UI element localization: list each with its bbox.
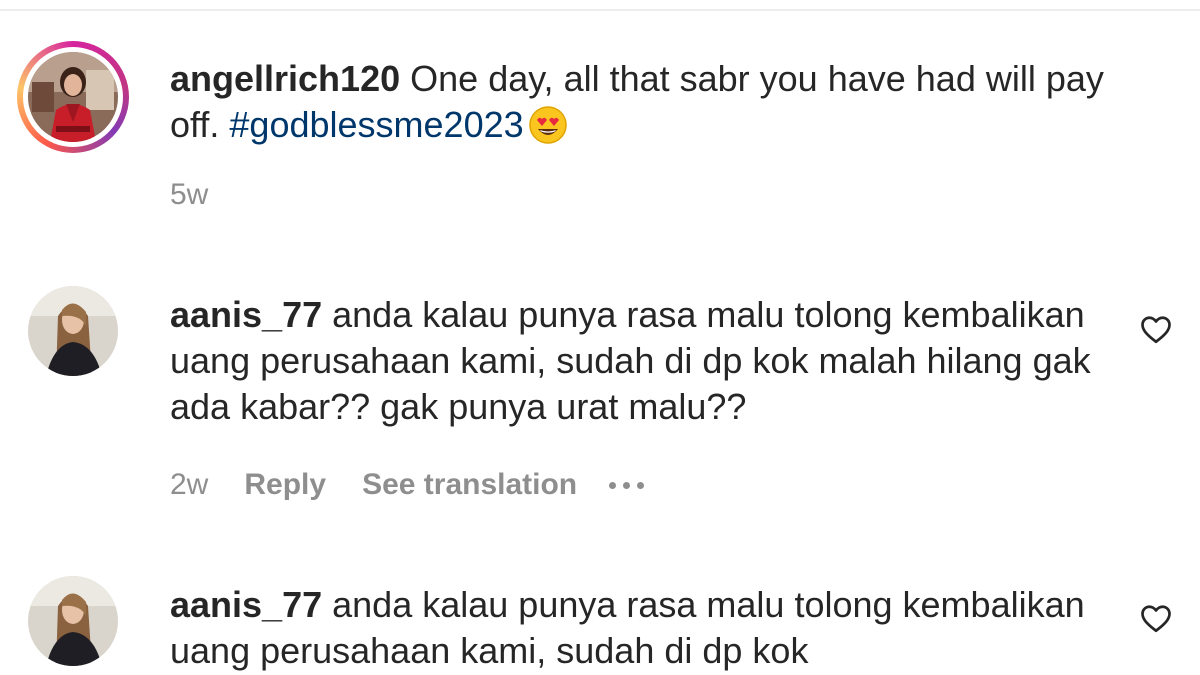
commenter-avatar-image bbox=[28, 286, 118, 376]
author-username[interactable]: angellrich120 bbox=[170, 58, 400, 99]
reply-button[interactable]: Reply bbox=[244, 468, 326, 502]
heart-outline-icon[interactable] bbox=[1138, 311, 1174, 347]
hashtag-link[interactable]: #godblessme2023 bbox=[229, 104, 523, 145]
more-options-icon[interactable] bbox=[609, 481, 645, 489]
caption-timestamp: 5w bbox=[170, 178, 209, 211]
heart-outline-icon[interactable] bbox=[1138, 600, 1174, 636]
comment-meta: 2w Reply See translation bbox=[170, 468, 645, 502]
top-divider bbox=[0, 9, 1200, 11]
caption-meta: 5w bbox=[170, 178, 208, 212]
heart-eyes-emoji-icon bbox=[528, 105, 568, 156]
comment-text: aanis_77 anda kalau punya rasa malu tolo… bbox=[170, 582, 1110, 674]
commenter-avatar[interactable] bbox=[28, 286, 118, 376]
commenter-username[interactable]: aanis_77 bbox=[170, 584, 322, 625]
comment-timestamp: 2w bbox=[170, 468, 209, 501]
commenter-username[interactable]: aanis_77 bbox=[170, 294, 322, 335]
see-translation-button[interactable]: See translation bbox=[362, 468, 577, 502]
author-avatar-image bbox=[28, 52, 118, 142]
comment-text: aanis_77 anda kalau punya rasa malu tolo… bbox=[170, 292, 1110, 430]
caption-text: angellrich120 One day, all that sabr you… bbox=[170, 56, 1110, 156]
author-avatar[interactable] bbox=[17, 41, 129, 153]
commenter-avatar[interactable] bbox=[28, 576, 118, 666]
commenter-avatar-image bbox=[28, 576, 118, 666]
